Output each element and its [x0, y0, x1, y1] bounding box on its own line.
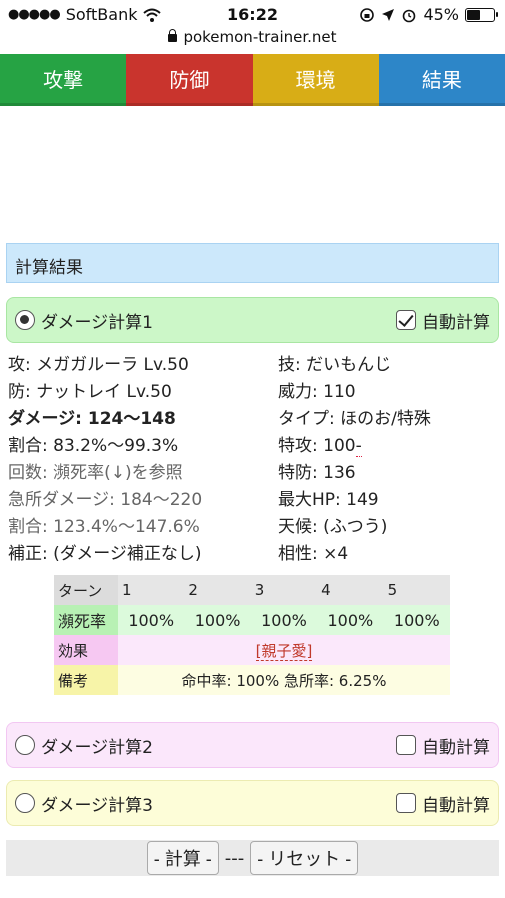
calc-3-title: ダメージ計算3: [41, 795, 153, 816]
death-rate-cell: 100%: [383, 605, 450, 635]
note-label: 備考: [54, 665, 118, 695]
defender-line: 防: ナットレイ Lv.50: [8, 382, 172, 402]
effect-link[interactable]: [親子愛]: [255, 641, 313, 661]
status-bar: ●●●●● SoftBank 16:22 45%: [0, 0, 505, 28]
turn-number: 2: [184, 575, 251, 605]
turn-table: ターン 1 2 3 4 5 瀕死率 100% 100% 100% 100% 10…: [54, 575, 450, 695]
turn-label: ターン: [54, 575, 118, 605]
rotation-lock-icon: [360, 7, 375, 22]
calc-1-radio[interactable]: [15, 310, 35, 330]
effectiveness-line: 相性: ×4: [278, 544, 349, 564]
attacker-line: 攻: メガガルーラ Lv.50: [8, 355, 189, 375]
url-text: pokemon-trainer.net: [183, 28, 337, 46]
tab-result[interactable]: 結果: [378, 54, 505, 106]
crit-damage-line: 急所ダメージ: 184〜220: [8, 490, 203, 510]
damage-line: ダメージ: 124〜148: [8, 409, 176, 429]
bottom-bar: - 計算 - --- - リセット -: [6, 840, 499, 876]
death-rate-cell: 100%: [184, 605, 251, 635]
death-rate-row: 瀕死率 100% 100% 100% 100% 100%: [54, 605, 450, 635]
modifier-line: 補正: (ダメージ補正なし): [8, 544, 202, 564]
calc-3-auto-label: 自動計算: [422, 795, 490, 816]
location-icon: [382, 8, 395, 21]
death-rate-cell: 100%: [118, 605, 185, 635]
note-row: 備考 命中率: 100% 急所率: 6.25%: [54, 665, 450, 695]
ratio-line: 割合: 83.2%〜99.3%: [8, 436, 179, 456]
calc-3-radio[interactable]: [15, 793, 35, 813]
turn-number: 4: [317, 575, 384, 605]
effect-cell: [親子愛]: [118, 635, 450, 665]
tab-environment[interactable]: 環境: [252, 54, 379, 106]
death-rate-label: 瀕死率: [54, 605, 118, 635]
effect-row: 効果 [親子愛]: [54, 635, 450, 665]
tab-defense[interactable]: 防御: [126, 54, 253, 106]
damage-calc-1-panel[interactable]: ダメージ計算1 自動計算: [6, 297, 499, 343]
calc-1-auto-checkbox[interactable]: [396, 310, 416, 330]
death-rate-cell: 100%: [250, 605, 318, 635]
death-rate-cell: 100%: [317, 605, 384, 635]
calc-2-auto-checkbox[interactable]: [396, 735, 416, 755]
damage-calc-3-panel[interactable]: ダメージ計算3 自動計算: [6, 780, 499, 826]
status-right: 45%: [359, 5, 498, 24]
spatk-value: 特攻: 100: [278, 436, 356, 456]
crit-ratio-line: 割合: 123.4%〜147.6%: [8, 517, 200, 537]
turn-number: 3: [250, 575, 318, 605]
calc-2-title: ダメージ計算2: [41, 737, 153, 758]
spatk-modifier[interactable]: -: [355, 436, 362, 457]
calc-2-auto-label: 自動計算: [422, 737, 490, 758]
turn-number: 1: [118, 575, 185, 605]
spatk-line: 特攻: 100-: [278, 433, 498, 460]
note-cell: 命中率: 100% 急所率: 6.25%: [118, 665, 450, 695]
turn-header-row: ターン 1 2 3 4 5: [54, 575, 450, 605]
calculate-button[interactable]: - 計算 -: [146, 841, 219, 875]
tab-attack[interactable]: 攻撃: [0, 54, 127, 106]
damage-calc-2-panel[interactable]: ダメージ計算2 自動計算: [6, 722, 499, 768]
result-header: 計算結果: [6, 243, 499, 283]
weather-line: 天候: (ふつう): [278, 517, 388, 537]
power-line: 威力: 110: [278, 382, 356, 402]
details-right: 技: だいもんじ 威力: 110 タイプ: ほのお/特殊 特攻: 100- 特防…: [278, 352, 498, 568]
url-bar[interactable]: pokemon-trainer.net: [0, 28, 505, 50]
calc-1-auto-label: 自動計算: [422, 312, 490, 333]
calc-1-title: ダメージ計算1: [41, 312, 153, 333]
calc-3-auto-checkbox[interactable]: [396, 793, 416, 813]
turn-number: 5: [383, 575, 450, 605]
move-line: 技: だいもんじ: [278, 355, 392, 375]
spdef-line: 特防: 136: [278, 463, 356, 483]
battery-percent: 45%: [423, 5, 459, 24]
calc-2-radio[interactable]: [15, 735, 35, 755]
main-tabs: 攻撃 防御 環境 結果: [0, 54, 505, 106]
reset-button[interactable]: - リセット -: [250, 841, 359, 875]
effect-label: 効果: [54, 635, 118, 665]
maxhp-line: 最大HP: 149: [278, 490, 379, 510]
type-line: タイプ: ほのお/特殊: [278, 409, 431, 429]
lock-icon: [168, 29, 178, 42]
hits-line: 回数: 瀕死率(↓)を参照: [8, 463, 183, 483]
battery-icon: [465, 7, 498, 22]
alarm-icon: [403, 9, 416, 22]
details-left: 攻: メガガルーラ Lv.50 防: ナットレイ Lv.50 ダメージ: 124…: [8, 352, 278, 568]
button-separator: ---: [224, 847, 245, 869]
